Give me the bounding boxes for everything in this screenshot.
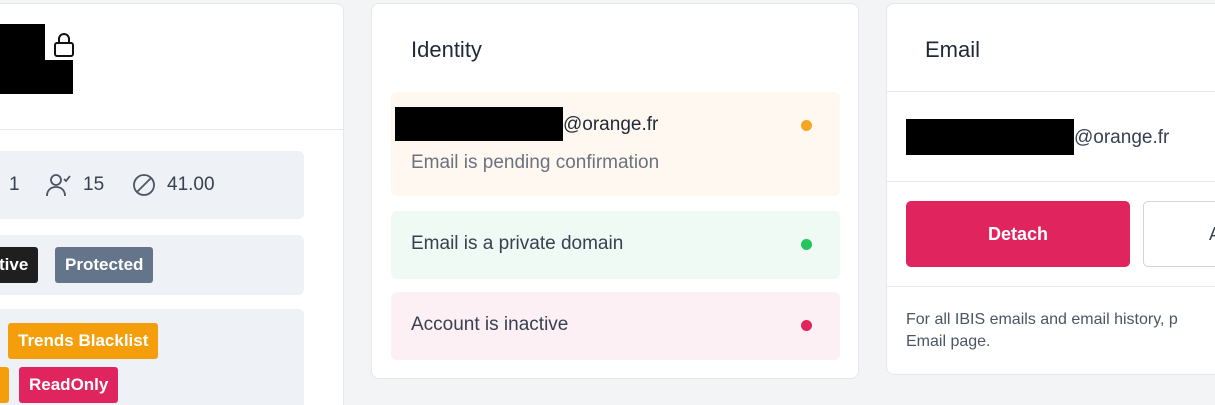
stat-blocked: 41.00	[131, 172, 215, 198]
email-footnote: For all IBIS emails and email history, p…	[906, 311, 1178, 350]
email-divider-top	[887, 91, 1215, 92]
identity-item-account-inactive[interactable]: Account is inactive	[391, 292, 840, 360]
status-dot-bad	[801, 320, 812, 331]
account-inactive-text: Account is inactive	[411, 314, 569, 335]
redacted-name-line2	[0, 60, 73, 94]
stat-verified: 15	[45, 172, 104, 198]
lock-icon	[54, 33, 74, 57]
email-divider-mid	[887, 181, 1215, 182]
status-dot-pending	[801, 120, 812, 131]
profile-card: 1 15 41.00 Inactive Protected d Trends B…	[0, 3, 344, 405]
badge-inactive: Inactive	[0, 247, 39, 283]
email-card: Email @orange.fr Detach A For all IBIS e…	[886, 3, 1215, 375]
profile-stats: 1 15 41.00	[0, 151, 304, 219]
private-domain-text: Email is a private domain	[411, 233, 624, 254]
tags-list: d Trends Blacklist list ReadOnly	[0, 309, 304, 405]
tag-readonly[interactable]: ReadOnly	[19, 367, 119, 403]
user-check-icon	[46, 174, 71, 197]
redacted-email	[395, 107, 563, 141]
identity-item-email[interactable]: @orange.fr Email is pending confirmation	[391, 92, 840, 196]
status-badges: Inactive Protected	[0, 235, 304, 295]
identity-item-private-domain[interactable]: Email is a private domain	[391, 211, 840, 279]
badge-protected: Protected	[55, 247, 154, 283]
blocked-icon	[133, 174, 155, 196]
email-pending-text: Email is pending confirmation	[411, 152, 660, 173]
detach-button[interactable]: Detach	[906, 201, 1130, 267]
profile-divider	[0, 129, 343, 130]
secondary-action-button[interactable]: A	[1143, 201, 1215, 267]
email-title: Email	[925, 37, 981, 62]
email-address-domain: @orange.fr	[1074, 127, 1170, 148]
email-divider-bottom	[887, 286, 1215, 287]
stat-users: 1	[9, 174, 20, 195]
status-dot-ok	[801, 239, 812, 250]
tag-item[interactable]: list	[0, 367, 9, 403]
identity-card: Identity @orange.fr Email is pending con…	[371, 3, 859, 379]
redacted-email-address	[906, 119, 1074, 155]
identity-title: Identity	[411, 37, 482, 62]
tag-trends-blacklist[interactable]: Trends Blacklist	[8, 323, 159, 359]
email-domain: @orange.fr	[563, 114, 659, 135]
redacted-name	[0, 24, 45, 60]
